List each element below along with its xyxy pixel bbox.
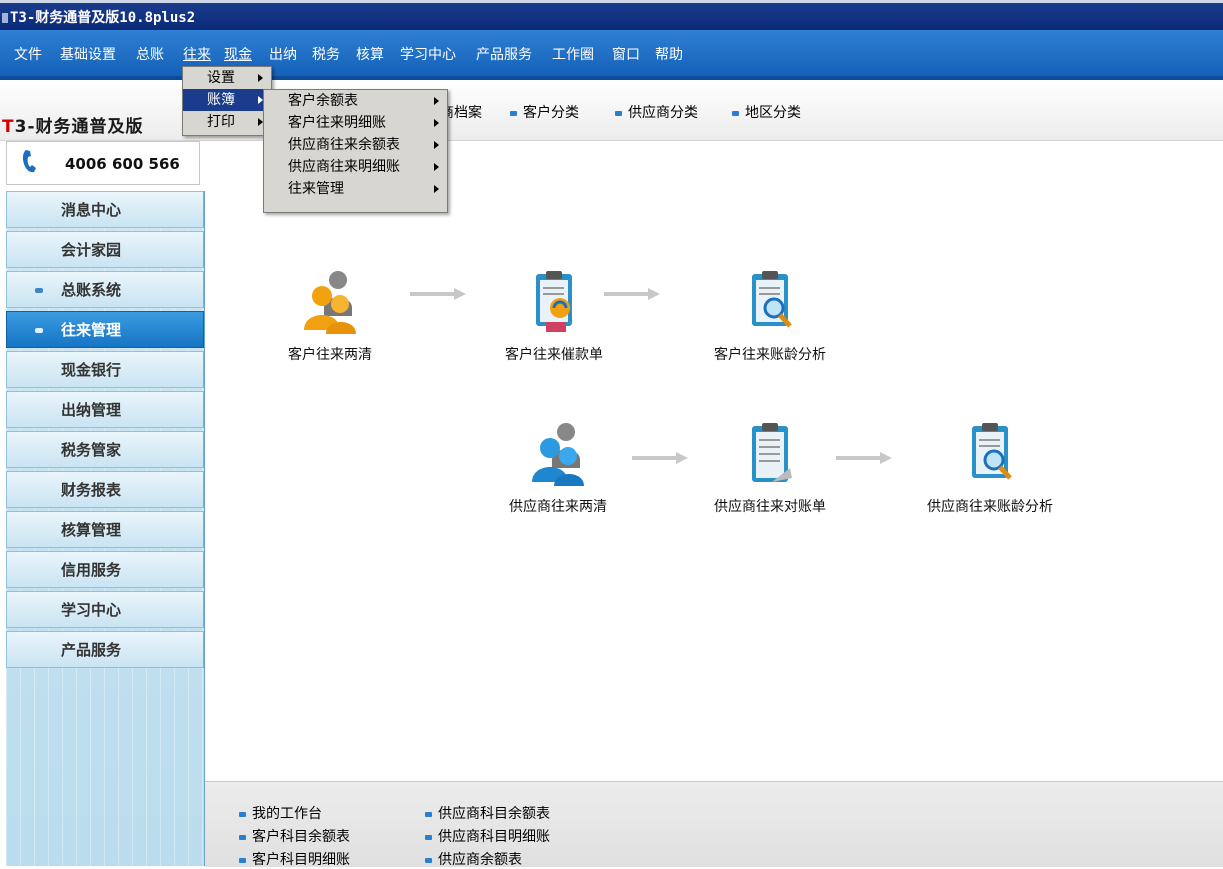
bullet-icon [510, 110, 517, 116]
chevron-right-icon [434, 141, 439, 149]
bullet-icon [615, 110, 622, 116]
menu-learning-center[interactable]: 学习中心 [400, 44, 456, 64]
menu-work-circle[interactable]: 工作圈 [552, 44, 594, 64]
bullet-icon [239, 811, 246, 817]
users-icon [532, 423, 584, 486]
workflow-customer-aging[interactable]: 客户往来账龄分析 [690, 268, 850, 364]
sidebar-item-ar-ap-management[interactable]: 往来管理 [6, 311, 204, 348]
shortcut-region-category[interactable]: 地区分类 [732, 102, 801, 122]
flow-arrow-icon [410, 288, 466, 300]
flow-arrow-icon [604, 288, 660, 300]
menu-accounting[interactable]: 核算 [356, 44, 384, 64]
sidebar-item-product-services[interactable]: 产品服务 [6, 631, 204, 668]
flow-arrow-icon [836, 452, 892, 464]
bullet-icon [425, 857, 432, 863]
link-customer-account-ledger[interactable]: 客户科目明细账 [239, 849, 350, 869]
menu-item-print[interactable]: 打印 [183, 111, 271, 133]
chevron-right-icon [434, 163, 439, 171]
chevron-right-icon [434, 119, 439, 127]
link-my-workbench[interactable]: 我的工作台 [239, 803, 322, 823]
sidebar-item-learning-center[interactable]: 学习中心 [6, 591, 204, 628]
sidebar-item-credit-services[interactable]: 信用服务 [6, 551, 204, 588]
bullet-icon [239, 857, 246, 863]
menu-item-supplier-ledger[interactable]: 供应商往来明细账 [264, 156, 447, 178]
hotline-box: 4006 600 566 [6, 141, 200, 185]
menu-product-services[interactable]: 产品服务 [476, 44, 532, 64]
app-icon [2, 13, 8, 23]
menu-item-ledgers[interactable]: 账簿 [183, 89, 271, 111]
link-customer-account-balance[interactable]: 客户科目余额表 [239, 826, 350, 846]
menu-item-customer-ledger[interactable]: 客户往来明细账 [264, 112, 447, 134]
sidebar-item-cash-bank[interactable]: 现金银行 [6, 351, 204, 388]
users-icon [304, 271, 356, 334]
workflow-supplier-statement[interactable]: 供应商往来对账单 [690, 420, 850, 516]
flow-arrow-icon [632, 452, 688, 464]
clipboard-icon [752, 423, 792, 482]
menu-window[interactable]: 窗口 [612, 44, 640, 64]
clipboard-search-icon [972, 423, 1012, 480]
brand-logo: T3-财务通普及版 [2, 117, 144, 137]
clipboard-search-icon [752, 271, 792, 328]
menu-basic-settings[interactable]: 基础设置 [60, 44, 116, 64]
submenu-ledgers: 客户余额表 客户往来明细账 供应商往来余额表 供应商往来明细账 往来管理 [263, 89, 448, 213]
sidebar-item-general-ledger[interactable]: 总账系统 [6, 271, 204, 308]
sidebar-item-tax-steward[interactable]: 税务管家 [6, 431, 204, 468]
bullet-icon [35, 288, 43, 293]
bullet-icon [239, 834, 246, 840]
shortcut-customer-category[interactable]: 客户分类 [510, 102, 579, 122]
menu-file[interactable]: 文件 [14, 44, 42, 64]
sidebar-item-message-center[interactable]: 消息中心 [6, 191, 204, 228]
menu-item-ar-ap-management[interactable]: 往来管理 [264, 178, 447, 200]
chevron-right-icon [434, 97, 439, 105]
quick-links-panel: 我的工作台 客户科目余额表 客户科目明细账 供应商科目余额表 供应商科目明细账 … [205, 781, 1223, 869]
hotline-number: 4006 600 566 [65, 155, 180, 173]
bullet-icon [35, 328, 43, 333]
chevron-right-icon [434, 185, 439, 193]
menu-item-settings[interactable]: 设置 [183, 67, 271, 89]
chevron-right-icon [258, 74, 263, 82]
menu-help[interactable]: 帮助 [655, 44, 683, 64]
menu-cashier[interactable]: 出纳 [269, 44, 297, 64]
bullet-icon [425, 811, 432, 817]
window-title: T3-财务通普及版10.8plus2 [10, 10, 196, 26]
menu-item-customer-balance[interactable]: 客户余额表 [264, 90, 447, 112]
sidebar: 消息中心 会计家园 总账系统 往来管理 现金银行 出纳管理 税务管家 财务报表 … [6, 191, 205, 866]
workflow-customer-dunning[interactable]: 客户往来催款单 [474, 268, 634, 364]
shortcut-supplier-category[interactable]: 供应商分类 [615, 102, 698, 122]
sidebar-item-financial-reports[interactable]: 财务报表 [6, 471, 204, 508]
dropdown-receivables-menu: 设置 账簿 打印 [182, 66, 272, 136]
bullet-icon [425, 834, 432, 840]
title-bar: T3-财务通普及版10.8plus2 [0, 0, 1223, 30]
link-supplier-balance[interactable]: 供应商余额表 [425, 849, 522, 869]
menu-item-supplier-balance[interactable]: 供应商往来余额表 [264, 134, 447, 156]
clipboard-refresh-icon [536, 271, 572, 332]
sidebar-item-accounting-home[interactable]: 会计家园 [6, 231, 204, 268]
sidebar-item-accounting-management[interactable]: 核算管理 [6, 511, 204, 548]
menu-cash[interactable]: 现金 [224, 44, 252, 64]
bullet-icon [732, 110, 739, 116]
menu-tax[interactable]: 税务 [312, 44, 340, 64]
workflow-customer-reconcile[interactable]: 客户往来两清 [250, 268, 410, 364]
sidebar-item-cashier-management[interactable]: 出纳管理 [6, 391, 204, 428]
phone-icon [22, 150, 36, 173]
menu-receivables-payables[interactable]: 往来 [183, 44, 211, 64]
link-supplier-account-balance[interactable]: 供应商科目余额表 [425, 803, 550, 823]
workflow-supplier-aging[interactable]: 供应商往来账龄分析 [910, 420, 1070, 516]
menu-general-ledger[interactable]: 总账 [136, 44, 164, 64]
workflow-supplier-reconcile[interactable]: 供应商往来两清 [478, 420, 638, 516]
link-supplier-account-ledger[interactable]: 供应商科目明细账 [425, 826, 550, 846]
